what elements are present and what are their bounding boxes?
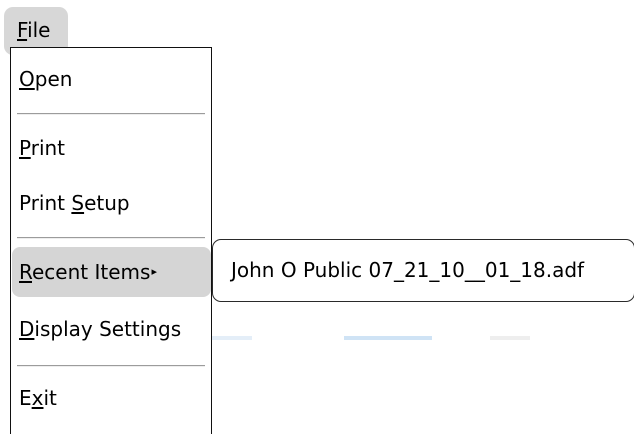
menu-item-recent-items[interactable]: Recent Items▸ <box>12 247 211 297</box>
menu-item-print-accel: P <box>19 136 31 160</box>
menu-item-exit[interactable]: Exit <box>13 373 209 423</box>
recent-item[interactable]: John O Public 07_21_10__01_18.adf <box>231 258 584 282</box>
menu-item-print-setup-prefix: Print <box>19 191 72 215</box>
background-strip <box>344 336 432 340</box>
menu-item-open-accel: O <box>19 67 35 91</box>
menu-item-display-settings[interactable]: Display Settings <box>13 304 209 354</box>
menu-separator <box>17 365 205 367</box>
menu-item-print-setup[interactable]: Print Setup <box>13 178 209 228</box>
file-menu-dropdown: Open Print Print Setup Recent Items▸ Dis… <box>10 47 212 434</box>
menu-separator <box>17 237 205 239</box>
menu-item-exit-label: it <box>43 386 57 410</box>
menu-item-open[interactable]: Open <box>13 54 209 104</box>
menu-item-open-label: pen <box>34 67 73 91</box>
menu-item-print-setup-accel: S <box>71 191 85 215</box>
menu-item-exit-accel: x <box>31 386 44 410</box>
menu-item-print-label: rint <box>30 136 66 160</box>
menu-item-display-accel: D <box>19 317 35 341</box>
menu-item-display-label: isplay Settings <box>34 317 182 341</box>
background-strip <box>490 336 530 340</box>
menu-item-recent-label: ecent Items <box>32 260 151 284</box>
app-canvas: File Open Print Print Setup Recent Items… <box>0 0 634 434</box>
submenu-arrow-icon: ▸ <box>151 264 157 278</box>
recent-items-submenu: John O Public 07_21_10__01_18.adf <box>212 239 634 302</box>
menu-item-print-setup-label: etup <box>84 191 130 215</box>
background-strip <box>212 336 252 340</box>
menu-item-recent-accel: R <box>19 260 32 284</box>
menu-item-exit-prefix: E <box>19 386 32 410</box>
menu-file-accel: F <box>17 18 28 42</box>
menu-separator <box>17 113 205 115</box>
menu-file-label: ile <box>27 18 51 42</box>
menu-item-print[interactable]: Print <box>13 123 209 173</box>
